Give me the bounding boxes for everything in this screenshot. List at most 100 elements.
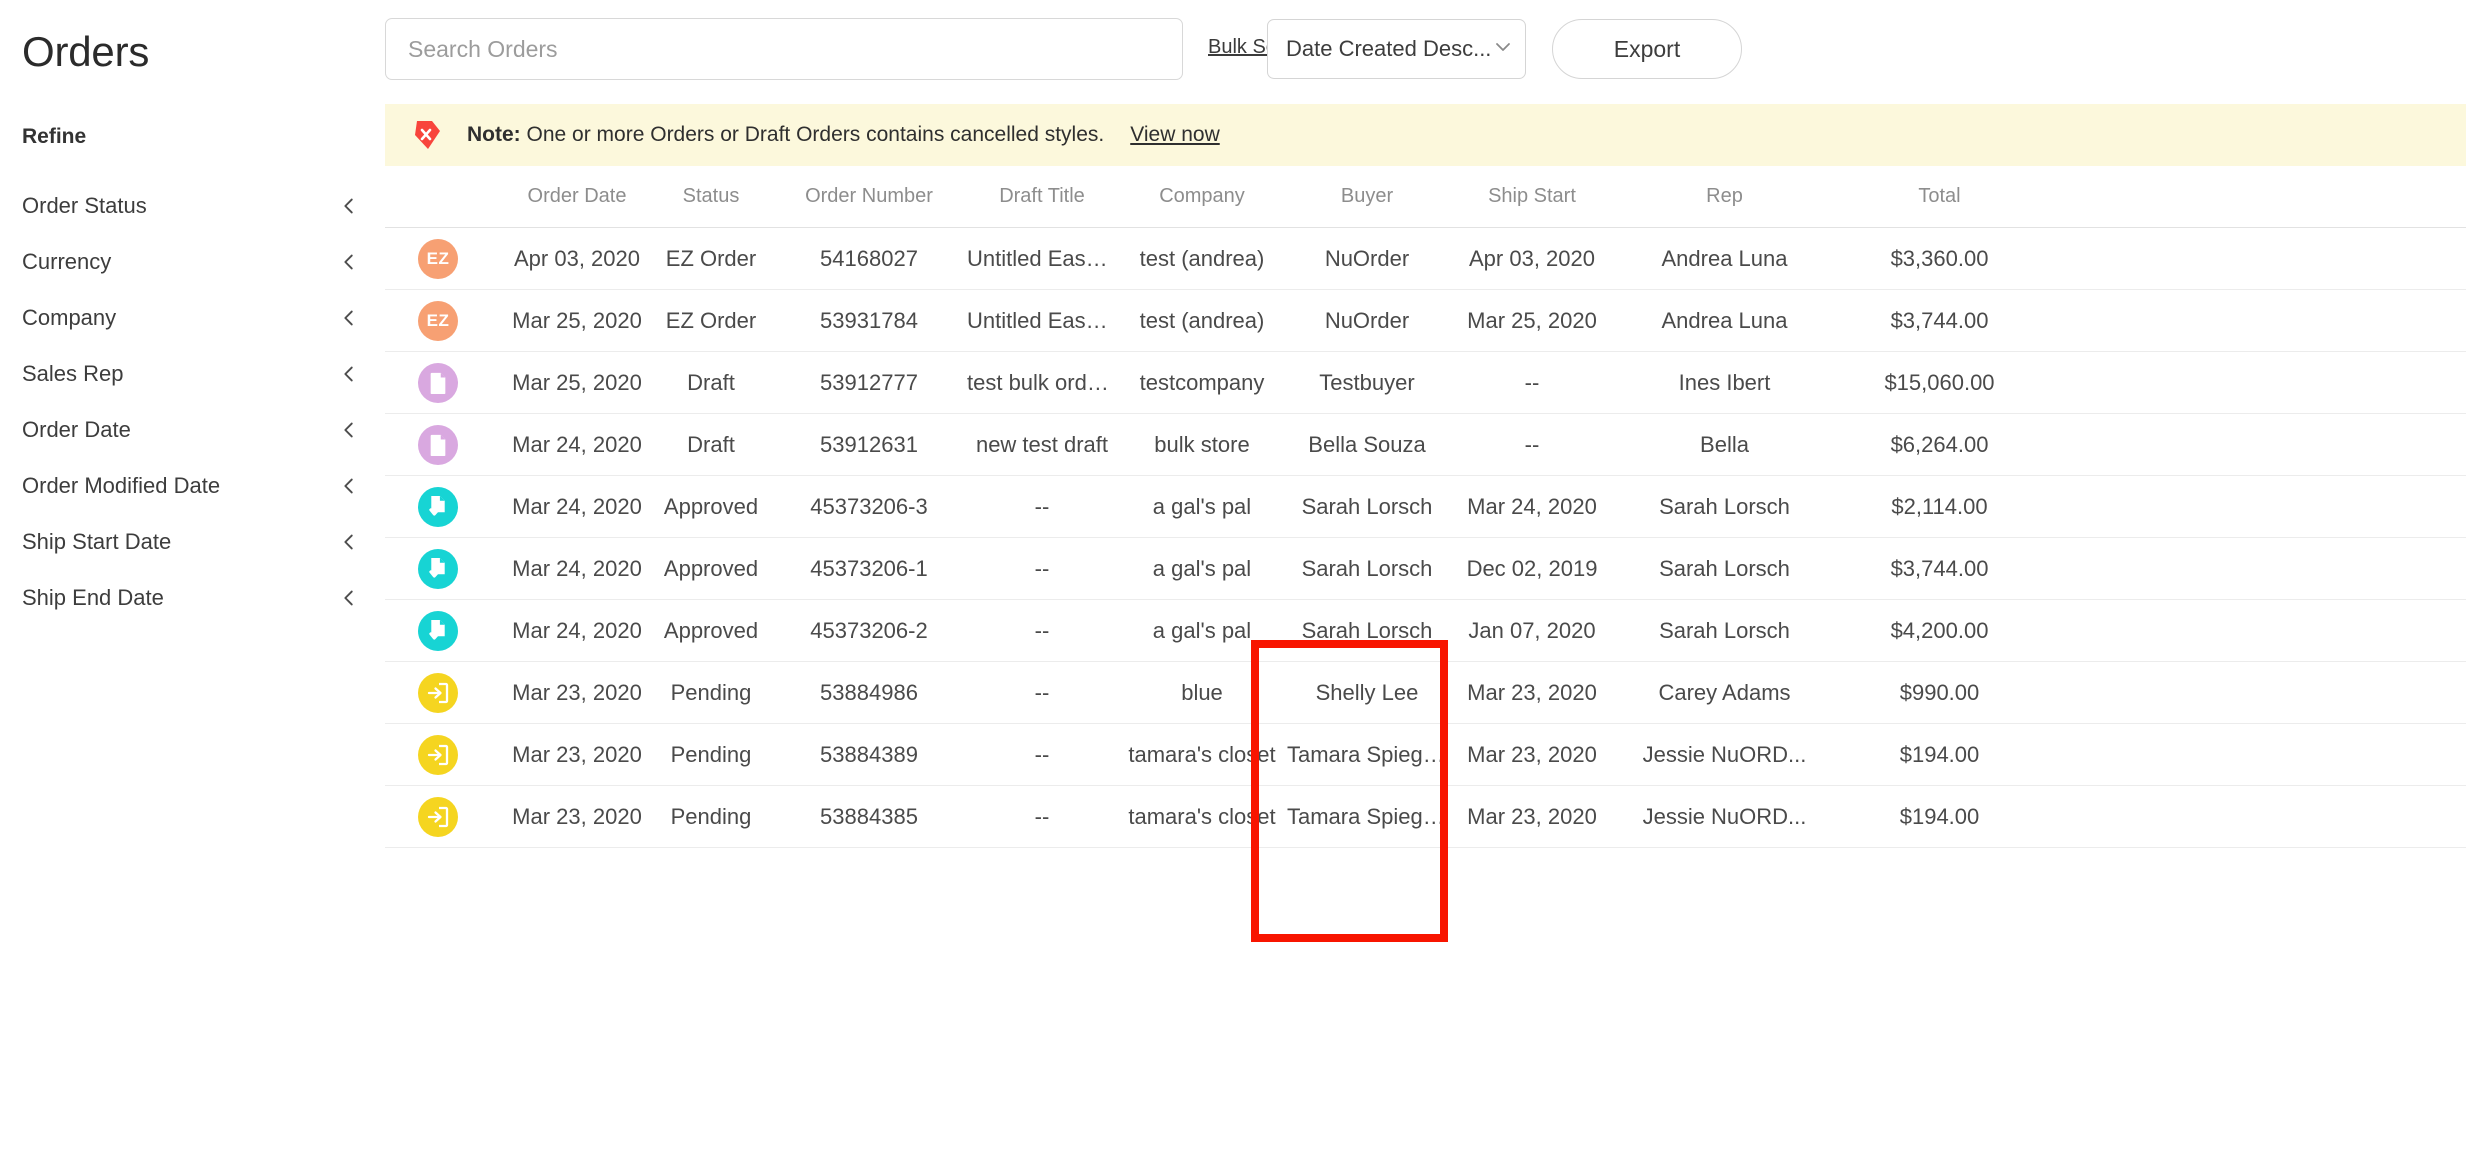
chevron-left-icon[interactable] <box>338 419 360 441</box>
cell-status: Approved <box>663 555 759 581</box>
export-button[interactable]: Export <box>1552 19 1742 79</box>
cell-ship-start: Mar 23, 2020 <box>1467 803 1597 829</box>
column-header-status[interactable]: Status <box>651 185 771 208</box>
table-header-row: Order Date Status Order Number Draft Tit… <box>385 166 2466 228</box>
chevron-left-icon[interactable] <box>338 251 360 273</box>
table-row[interactable]: Mar 24, 2020 Draft 53912631 new test draft b… <box>385 414 2466 476</box>
chevron-left-icon[interactable] <box>338 307 360 329</box>
table-row[interactable]: Mar 24, 2020 Approved 45373206-1 -- a gal's … <box>385 538 2466 600</box>
cell-ship-start: Mar 24, 2020 <box>1467 493 1597 519</box>
filter-item-currency[interactable]: Currency <box>0 234 385 290</box>
cell-buyer: Testbuyer <box>1319 369 1415 395</box>
chevron-down-icon <box>1491 35 1515 64</box>
chevron-left-icon[interactable] <box>338 475 360 497</box>
filter-item-sales-rep[interactable]: Sales Rep <box>0 346 385 402</box>
approved-order-icon <box>418 610 458 651</box>
cell-rep: Jessie NuORD... <box>1642 741 1807 767</box>
cell-order-date: Apr 03, 2020 <box>514 245 640 271</box>
filter-item-ship-start-date[interactable]: Ship Start Date <box>0 514 385 570</box>
filter-item-company[interactable]: Company <box>0 290 385 346</box>
filter-item-label: Ship Start Date <box>22 529 172 554</box>
chevron-left-icon[interactable] <box>338 195 360 217</box>
cell-ship-start: -- <box>1524 369 1540 395</box>
cell-order-number: 53884389 <box>820 741 918 767</box>
orders-table: Order Date Status Order Number Draft Tit… <box>385 166 2466 848</box>
filter-item-order-date[interactable]: Order Date <box>0 402 385 458</box>
view-now-link[interactable]: View now <box>1130 123 1220 147</box>
table-row[interactable]: EZ Apr 03, 2020 EZ Order 54168027 Untitled E… <box>385 228 2466 290</box>
cell-status: EZ Order <box>665 307 757 333</box>
cell-rep: Ines Ibert <box>1678 369 1771 395</box>
cell-buyer: Shelly Lee <box>1315 679 1419 705</box>
pending-order-icon <box>418 734 458 775</box>
cell-order-date: Mar 25, 2020 <box>512 307 642 333</box>
cell-order-number: 53884385 <box>820 803 918 829</box>
table-body: EZ Apr 03, 2020 EZ Order 54168027 Untitled E… <box>385 228 2466 848</box>
cell-order-number: 53912777 <box>820 369 918 395</box>
banner-note-prefix: Note: <box>467 123 521 146</box>
chevron-left-icon[interactable] <box>338 587 360 609</box>
cell-ship-start: Apr 03, 2020 <box>1469 245 1595 271</box>
filter-item-label: Ship End Date <box>22 585 164 610</box>
filter-item-ship-end-date[interactable]: Ship End Date <box>0 570 385 626</box>
table-row[interactable]: Mar 23, 2020 Pending 53884986 -- blue Shelly … <box>385 662 2466 724</box>
column-header-order-number[interactable]: Order Number <box>771 185 967 208</box>
cell-order-date: Mar 25, 2020 <box>512 369 642 395</box>
cell-company: a gal's pal <box>1152 555 1252 581</box>
cell-order-number: 53931784 <box>820 307 918 333</box>
cell-draft-title: Untitled Easy ... <box>967 245 1117 271</box>
cell-draft-title: -- <box>1034 679 1050 705</box>
cell-total: $2,114.00 <box>1891 493 1988 519</box>
column-header-draft-title[interactable]: Draft Title <box>967 185 1117 208</box>
cell-draft-title: new test draft <box>975 431 1109 457</box>
table-row[interactable]: Mar 24, 2020 Approved 45373206-3 -- a gal's … <box>385 476 2466 538</box>
cell-status: Approved <box>663 493 759 519</box>
row-status-icon-cell: EZ <box>385 238 503 279</box>
cell-draft-title: -- <box>1034 617 1050 643</box>
row-status-icon-cell <box>385 734 503 775</box>
filter-item-label: Order Modified Date <box>22 473 221 498</box>
sort-dropdown[interactable]: Date Created Desc... <box>1267 19 1526 79</box>
cell-rep: Andrea Luna <box>1661 307 1788 333</box>
cell-ship-start: Dec 02, 2019 <box>1466 555 1598 581</box>
cell-order-date: Mar 23, 2020 <box>512 741 642 767</box>
cell-total: $194.00 <box>1899 803 1980 829</box>
table-row[interactable]: Mar 23, 2020 Pending 53884389 -- tamara's cl… <box>385 724 2466 786</box>
column-header-ship-start[interactable]: Ship Start <box>1447 185 1617 208</box>
cell-rep: Andrea Luna <box>1661 245 1788 271</box>
cell-status: Pending <box>670 803 752 829</box>
search-input[interactable] <box>385 18 1183 80</box>
table-row[interactable]: EZ Mar 25, 2020 EZ Order 53931784 Untitled E… <box>385 290 2466 352</box>
filter-item-order-status[interactable]: Order Status <box>0 178 385 234</box>
cell-company: tamara's closet <box>1128 741 1276 767</box>
orders-page: Orders Refine Order Status Currency Compan… <box>0 0 2466 1176</box>
chevron-left-icon[interactable] <box>338 531 360 553</box>
filter-item-order-modified-date[interactable]: Order Modified Date <box>0 458 385 514</box>
cell-rep: Sarah Lorsch <box>1659 617 1790 643</box>
row-status-icon-cell: EZ <box>385 300 503 341</box>
filter-list: Order Status Currency Company Sales Rep Orde… <box>0 178 385 626</box>
cell-ship-start: Mar 23, 2020 <box>1467 679 1597 705</box>
table-row[interactable]: Mar 23, 2020 Pending 53884385 -- tamara's cl… <box>385 786 2466 848</box>
row-status-icon-cell <box>385 796 503 837</box>
filter-item-label: Sales Rep <box>22 361 124 386</box>
table-row[interactable]: Mar 25, 2020 Draft 53912777 test bulk order… <box>385 352 2466 414</box>
column-header-company[interactable]: Company <box>1117 185 1287 208</box>
sort-dropdown-value: Date Created Desc... <box>1286 36 1492 61</box>
column-header-buyer[interactable]: Buyer <box>1287 185 1447 208</box>
column-header-total[interactable]: Total <box>1832 185 2047 208</box>
cell-draft-title: test bulk order... <box>967 369 1117 395</box>
cell-total: $15,060.00 <box>1884 369 1995 395</box>
cell-company: a gal's pal <box>1152 617 1252 643</box>
cell-status: Draft <box>687 369 735 395</box>
column-header-order-date[interactable]: Order Date <box>503 185 651 208</box>
cell-total: $4,200.00 <box>1890 617 1989 643</box>
chevron-left-icon[interactable] <box>338 363 360 385</box>
column-header-rep[interactable]: Rep <box>1617 185 1832 208</box>
cell-buyer: Tamara Spiege... <box>1287 741 1447 767</box>
cell-order-number: 45373206-2 <box>810 617 928 643</box>
table-row[interactable]: Mar 24, 2020 Approved 45373206-2 -- a gal's … <box>385 600 2466 662</box>
cell-total: $6,264.00 <box>1890 431 1989 457</box>
cell-order-number: 53884986 <box>820 679 918 705</box>
cell-ship-start: Mar 25, 2020 <box>1467 307 1597 333</box>
